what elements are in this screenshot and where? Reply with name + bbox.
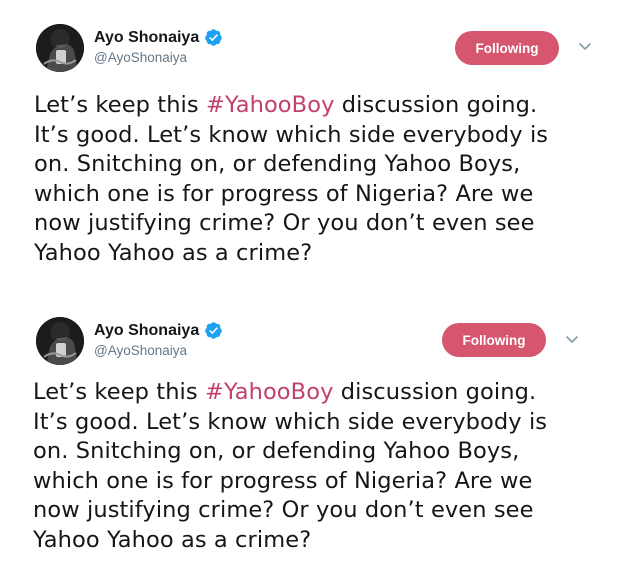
avatar[interactable] xyxy=(36,24,84,72)
tweet-text: Let’s keep this #YahooBoy discussion goi… xyxy=(34,91,604,268)
tweet-text-line: now justifying crime? Or you don’t even … xyxy=(34,210,535,236)
tweet-text-line: Yahoo Yahoo as a crime? xyxy=(34,239,313,266)
tweet-text-line: now justifying crime? Or you don’t even … xyxy=(33,497,534,523)
author-handle[interactable]: @AyoShonaiya xyxy=(94,50,187,65)
author-name-row: Ayo Shonaiya xyxy=(94,28,223,47)
tweet-text-line: It’s good. Let’s know which side everybo… xyxy=(34,121,549,148)
verified-badge-icon xyxy=(205,29,223,46)
avatar[interactable] xyxy=(36,317,84,365)
verified-badge-icon xyxy=(205,322,223,339)
tweet-text-line: on. Snitching on, or defending Yahoo Boy… xyxy=(33,438,520,464)
avatar-image xyxy=(36,24,84,72)
avatar-image xyxy=(36,317,84,365)
author-handle[interactable]: @AyoShonaiya xyxy=(94,343,187,358)
display-name[interactable]: Ayo Shonaiya xyxy=(94,322,199,340)
hashtag-link[interactable]: #YahooBoy xyxy=(205,379,334,405)
tweet-text-line: Let’s keep this #YahooBoy discussion goi… xyxy=(33,379,537,405)
tweet-text-line: which one is for progress of Nigeria? Ar… xyxy=(33,467,533,494)
chevron-down-icon[interactable] xyxy=(578,42,592,52)
following-button[interactable]: Following xyxy=(455,31,559,65)
chevron-down-icon[interactable] xyxy=(565,335,579,345)
display-name[interactable]: Ayo Shonaiya xyxy=(94,29,199,47)
tweet-text-line: Yahoo Yahoo as a crime? xyxy=(33,526,312,553)
tweet-text-line: which one is for progress of Nigeria? Ar… xyxy=(34,180,534,207)
tweet-text-line: Let’s keep this #YahooBoy discussion goi… xyxy=(34,92,538,118)
tweet-text: Let’s keep this #YahooBoy discussion goi… xyxy=(33,378,603,555)
author-name-row: Ayo Shonaiya xyxy=(94,321,223,340)
tweet-text-line: It’s good. Let’s know which side everybo… xyxy=(33,408,548,435)
hashtag-link[interactable]: #YahooBoy xyxy=(206,92,335,118)
following-button[interactable]: Following xyxy=(442,323,546,357)
tweet-text-line: on. Snitching on, or defending Yahoo Boy… xyxy=(34,151,521,177)
